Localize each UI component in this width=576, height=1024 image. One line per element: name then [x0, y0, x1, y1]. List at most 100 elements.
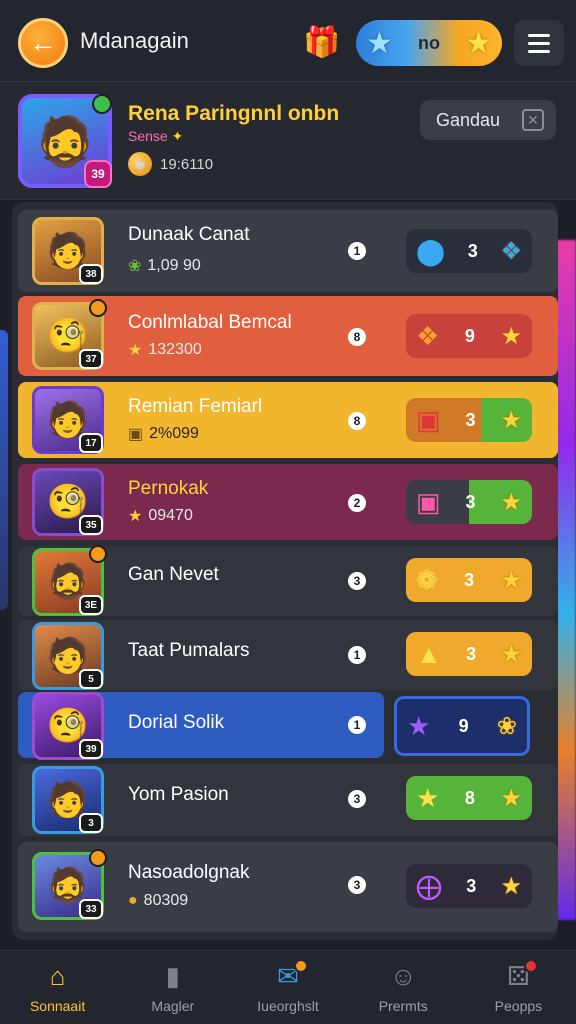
- purple-orb-icon: ⨁: [416, 870, 442, 901]
- gold-star-icon: ★: [500, 640, 522, 668]
- rank-badge: 3: [348, 790, 366, 808]
- player-name: Dunaak Canat: [128, 224, 250, 245]
- reward-pill[interactable]: ★ 9 ❀: [394, 696, 530, 756]
- rank-badge: 8: [348, 412, 366, 430]
- player-avatar: 🧑 17: [32, 386, 104, 454]
- gold-star-icon: ★: [500, 872, 522, 900]
- gold-star-icon: ★: [500, 488, 522, 516]
- nav-dice[interactable]: ⚄ Peopps: [461, 951, 576, 1024]
- arrow-left-icon: ←: [29, 27, 57, 58]
- player-name: Gan Nevet: [128, 564, 219, 585]
- reward-pill[interactable]: ★ 8 ★: [406, 776, 532, 820]
- star-icon: ★: [128, 342, 143, 359]
- back-button[interactable]: ←: [18, 18, 68, 68]
- player-name: Conlmlabal Bemcal: [128, 312, 292, 333]
- reward-pill[interactable]: ❁ 3 ★: [406, 558, 532, 602]
- profile-coins: ☻ 19:6110: [128, 152, 213, 176]
- player-score: ▣ 2%099: [128, 425, 199, 443]
- currency-value: no: [418, 32, 440, 53]
- rank-badge: 1: [348, 716, 366, 734]
- profile-action-button[interactable]: Gandau ✕: [420, 100, 556, 140]
- blue-orb-icon: ⬤: [416, 235, 446, 266]
- leaderboard-row[interactable]: 🧑 5 Taat Pumalars 1 ▲ 3 ★: [18, 620, 558, 690]
- reward-pill[interactable]: ⬤ 3 ❖: [406, 229, 532, 273]
- nav-chat[interactable]: ✉ Iueorghslt: [230, 951, 345, 1024]
- player-avatar: 🧔 3E: [32, 545, 107, 616]
- reward-pill[interactable]: ⨁ 3 ★: [406, 864, 532, 908]
- leaderboard-row[interactable]: 🧐 35 Pernokak ★ 09470 2 ▣ 3 ★: [18, 464, 558, 540]
- profile-card: 🧔 39 Rena Paringnnl onbn Sense ✦ ☻ 19:61…: [0, 82, 576, 200]
- player-name: Nasoadolgnak: [128, 862, 250, 883]
- rank-badge: 3: [348, 876, 366, 894]
- gold-star-icon: ★: [500, 784, 522, 812]
- neon-left-glow: [0, 330, 8, 610]
- notification-dot: [293, 959, 308, 973]
- leaderboard-row[interactable]: 🧐 37 Conlmlabal Bemcal ★ 132300 8 ❖ 9 ★: [18, 296, 558, 376]
- neon-right-glow: [556, 240, 576, 920]
- player-score: ★ 132300: [128, 341, 202, 359]
- leaderboard-row-highlighted[interactable]: 🧐 39 Dorial Solik 1 ★ 9 ❀: [18, 692, 558, 760]
- leaderboard-row[interactable]: 🧔 33 Nasoadolgnak ● 80309 3 ⨁ 3 ★: [18, 842, 558, 932]
- profile-subtitle: Sense ✦: [128, 128, 184, 144]
- close-icon[interactable]: ✕: [522, 109, 544, 131]
- notification-dot: [524, 959, 539, 973]
- player-name: Dorial Solik: [128, 712, 225, 733]
- reward-pill[interactable]: ▲ 3 ★: [406, 632, 532, 676]
- rank-badge: 1: [348, 646, 366, 664]
- rank-badge: 3: [348, 572, 366, 590]
- leaderboard-row[interactable]: 🧑 17 Remian Femiarl ▣ 2%099 8 ▣ 3 ★: [18, 382, 558, 458]
- player-score: ★ 09470: [128, 507, 193, 525]
- rank-badge: 8: [348, 328, 366, 346]
- gift-icon[interactable]: 🎁: [300, 20, 344, 64]
- star-icon: ★: [128, 508, 143, 525]
- chest-icon: ▣: [128, 426, 144, 443]
- player-avatar: 🧐 35: [32, 468, 104, 536]
- gold-bow-icon: ❀: [496, 712, 517, 740]
- leaderboard-row[interactable]: 🧑 3 Yom Pasion 3 ★ 8 ★: [18, 764, 558, 836]
- player-name: Yom Pasion: [128, 784, 229, 805]
- player-avatar: 🧑 5: [32, 622, 104, 690]
- gold-star-icon: ★: [500, 322, 522, 350]
- bottom-navigation: ⌂ Sonnaait ▮ Magler ✉ Iueorghslt ☺ Prerm…: [0, 950, 576, 1024]
- profile-name: Rena Paringnnl onbn: [128, 102, 340, 125]
- player-name: Pernokak: [128, 478, 209, 499]
- home-icon: ⌂: [49, 961, 66, 991]
- reward-pill[interactable]: ▣ 3 ★: [406, 398, 532, 442]
- top-header: ← Mdanagain 🎁 ★ no ★: [0, 0, 576, 82]
- player-avatar: 🧐 37: [32, 299, 107, 370]
- profile-avatar[interactable]: 🧔 39: [18, 94, 112, 188]
- menu-button[interactable]: [514, 20, 564, 66]
- cards-icon: ▮: [165, 961, 180, 991]
- red-chest-icon: ▣: [416, 404, 441, 435]
- currency-pill[interactable]: ★ no ★: [356, 20, 502, 66]
- rank-badge: 2: [348, 494, 366, 512]
- gold-star-icon: ★: [500, 406, 522, 434]
- gold-star-icon: ★: [465, 26, 492, 60]
- reward-pill[interactable]: ❖ 9 ★: [406, 314, 532, 358]
- online-badge: [92, 94, 112, 114]
- page-title: Mdanagain: [80, 28, 189, 53]
- fire-card-icon: ❖: [416, 320, 440, 351]
- people-icon: ☺: [389, 961, 417, 991]
- player-score: ❀ 1,09 90: [128, 257, 201, 275]
- sparkle-icon: ✦: [171, 128, 184, 144]
- blue-star-icon: ★: [366, 26, 393, 60]
- hamburger-menu-icon: [528, 33, 550, 37]
- coin-icon: ●: [128, 892, 138, 909]
- gold-medal-icon: ❁: [416, 564, 438, 595]
- nav-cards[interactable]: ▮ Magler: [115, 951, 230, 1024]
- blue-gem-icon: ❖: [500, 237, 522, 265]
- gold-star-icon: ★: [416, 782, 440, 813]
- purple-star-icon: ★: [407, 710, 431, 741]
- leaderboard-row[interactable]: 🧑 38 Dunaak Canat ❀ 1,09 90 1 ⬤ 3 ❖: [18, 210, 558, 292]
- nav-home[interactable]: ⌂ Sonnaait: [0, 951, 115, 1024]
- nav-people[interactable]: ☺ Prermts: [346, 951, 461, 1024]
- gold-bag-icon: ▲: [416, 638, 442, 669]
- player-name: Taat Pumalars: [128, 640, 250, 661]
- player-avatar: 🧔 33: [32, 849, 107, 920]
- player-avatar: 🧐 39: [32, 692, 104, 760]
- reward-pill[interactable]: ▣ 3 ★: [406, 480, 532, 524]
- player-name: Remian Femiarl: [128, 396, 263, 417]
- leaderboard-row[interactable]: 🧔 3E Gan Nevet 3 ❁ 3 ★: [18, 545, 558, 616]
- leaf-icon: ❀: [128, 258, 142, 275]
